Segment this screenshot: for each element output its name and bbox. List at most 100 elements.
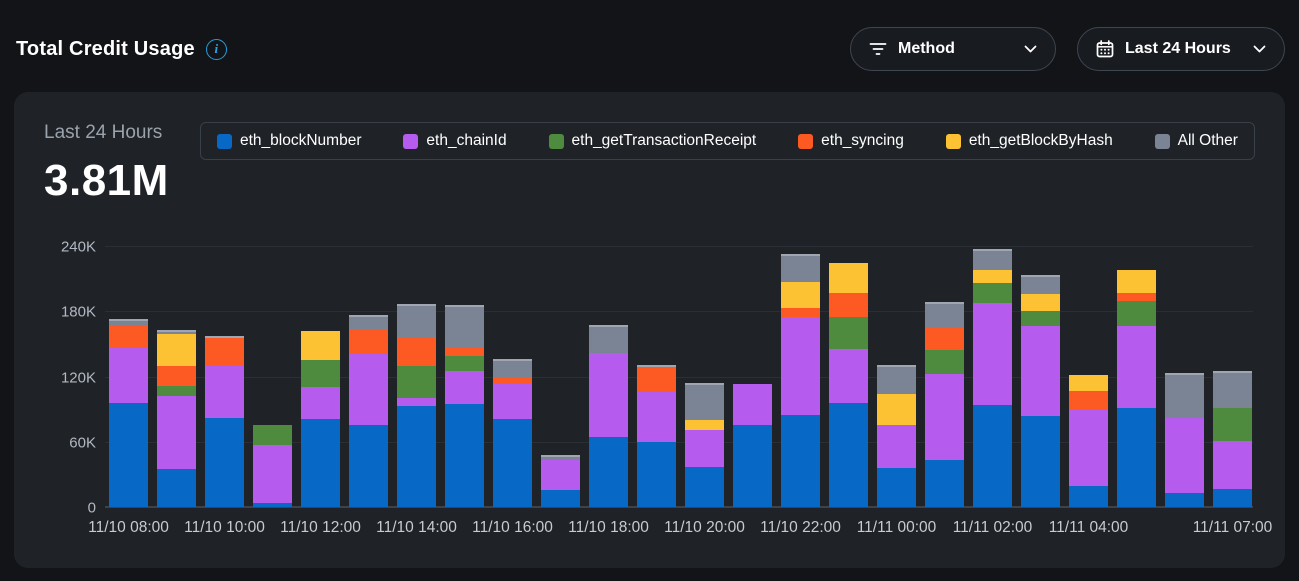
bar-segment[interactable] xyxy=(157,366,196,387)
bar-segment[interactable] xyxy=(445,305,484,349)
stacked-bar[interactable] xyxy=(109,319,148,507)
bar-segment[interactable] xyxy=(973,283,1012,303)
bar-segment[interactable] xyxy=(397,304,436,338)
stacked-bar[interactable] xyxy=(445,305,484,507)
bar-segment[interactable] xyxy=(157,396,196,469)
bar-segment[interactable] xyxy=(733,425,772,507)
stacked-bar[interactable] xyxy=(1069,375,1108,507)
info-icon[interactable]: i xyxy=(206,39,227,60)
bar-segment[interactable] xyxy=(301,387,340,419)
bar-segment[interactable] xyxy=(493,419,532,507)
bar-segment[interactable] xyxy=(637,392,676,442)
bar-segment[interactable] xyxy=(973,249,1012,270)
bar-segment[interactable] xyxy=(253,425,292,445)
bar-segment[interactable] xyxy=(1069,410,1108,486)
bar-segment[interactable] xyxy=(781,282,820,308)
bar-segment[interactable] xyxy=(397,406,436,507)
bar-segment[interactable] xyxy=(445,404,484,507)
bar-segment[interactable] xyxy=(349,330,388,354)
bar-segment[interactable] xyxy=(349,315,388,330)
legend-item[interactable]: eth_getBlockByHash xyxy=(946,132,1113,150)
bar-segment[interactable] xyxy=(205,418,244,507)
bar-segment[interactable] xyxy=(445,356,484,371)
bar-segment[interactable] xyxy=(205,338,244,365)
bar-segment[interactable] xyxy=(1021,326,1060,415)
date-range-dropdown[interactable]: Last 24 Hours xyxy=(1077,27,1285,71)
bar-segment[interactable] xyxy=(1213,408,1252,441)
bar-segment[interactable] xyxy=(1117,408,1156,507)
bar-segment[interactable] xyxy=(397,398,436,406)
bar-segment[interactable] xyxy=(973,405,1012,507)
bar-segment[interactable] xyxy=(493,384,532,419)
bar-segment[interactable] xyxy=(1165,418,1204,493)
bar-segment[interactable] xyxy=(877,394,916,426)
bar-segment[interactable] xyxy=(685,420,724,430)
stacked-bar[interactable] xyxy=(253,425,292,507)
bar-segment[interactable] xyxy=(1213,441,1252,489)
stacked-bar[interactable] xyxy=(1213,371,1252,507)
bar-segment[interactable] xyxy=(637,442,676,507)
bar-segment[interactable] xyxy=(1165,493,1204,507)
bar-segment[interactable] xyxy=(1069,486,1108,507)
bar-segment[interactable] xyxy=(925,374,964,460)
stacked-bar[interactable] xyxy=(1117,270,1156,507)
bar-segment[interactable] xyxy=(829,263,868,292)
bar-segment[interactable] xyxy=(685,430,724,467)
bar-segment[interactable] xyxy=(1021,275,1060,293)
bar-segment[interactable] xyxy=(109,326,148,348)
stacked-bar[interactable] xyxy=(589,325,628,507)
bar-segment[interactable] xyxy=(1213,489,1252,507)
bar-segment[interactable] xyxy=(1021,311,1060,326)
legend-item[interactable]: eth_blockNumber xyxy=(217,132,361,150)
bar-segment[interactable] xyxy=(205,366,244,418)
bar-segment[interactable] xyxy=(253,445,292,503)
stacked-bar[interactable] xyxy=(877,365,916,507)
bar-segment[interactable] xyxy=(829,349,868,402)
bar-segment[interactable] xyxy=(781,317,820,415)
stacked-bar[interactable] xyxy=(349,315,388,507)
bar-segment[interactable] xyxy=(877,468,916,507)
bar-segment[interactable] xyxy=(781,415,820,507)
bar-segment[interactable] xyxy=(1117,326,1156,408)
bar-segment[interactable] xyxy=(1069,391,1108,411)
bar-segment[interactable] xyxy=(541,460,580,489)
stacked-bar[interactable] xyxy=(973,249,1012,507)
bar-segment[interactable] xyxy=(1021,294,1060,311)
bar-segment[interactable] xyxy=(301,331,340,360)
bar-segment[interactable] xyxy=(589,353,628,438)
legend-item[interactable]: eth_chainId xyxy=(403,132,506,150)
bar-segment[interactable] xyxy=(445,348,484,356)
bar-segment[interactable] xyxy=(1213,371,1252,408)
bar-segment[interactable] xyxy=(1021,416,1060,507)
bar-segment[interactable] xyxy=(109,348,148,402)
bar-segment[interactable] xyxy=(397,366,436,399)
stacked-bar[interactable] xyxy=(925,302,964,508)
stacked-bar[interactable] xyxy=(685,383,724,507)
bar-segment[interactable] xyxy=(973,303,1012,405)
bar-segment[interactable] xyxy=(829,403,868,507)
bar-segment[interactable] xyxy=(637,367,676,392)
stacked-bar[interactable] xyxy=(1021,275,1060,507)
legend-item[interactable]: eth_getTransactionReceipt xyxy=(549,132,757,150)
stacked-bar[interactable] xyxy=(829,263,868,507)
bar-segment[interactable] xyxy=(1069,375,1108,390)
bar-segment[interactable] xyxy=(109,319,148,327)
bar-segment[interactable] xyxy=(925,302,964,327)
bar-segment[interactable] xyxy=(109,403,148,507)
bar-segment[interactable] xyxy=(829,293,868,317)
bar-segment[interactable] xyxy=(925,327,964,351)
legend-item[interactable]: eth_syncing xyxy=(798,132,904,150)
bar-segment[interactable] xyxy=(541,490,580,507)
bar-segment[interactable] xyxy=(157,334,196,366)
bar-segment[interactable] xyxy=(781,254,820,282)
bar-segment[interactable] xyxy=(733,384,772,425)
stacked-bar[interactable] xyxy=(157,330,196,507)
bar-segment[interactable] xyxy=(253,503,292,507)
bar-segment[interactable] xyxy=(781,308,820,317)
bar-segment[interactable] xyxy=(685,383,724,420)
bar-segment[interactable] xyxy=(925,350,964,374)
bar-segment[interactable] xyxy=(301,419,340,507)
bar-segment[interactable] xyxy=(1117,301,1156,326)
bar-segment[interactable] xyxy=(685,467,724,507)
stacked-bar[interactable] xyxy=(301,331,340,507)
